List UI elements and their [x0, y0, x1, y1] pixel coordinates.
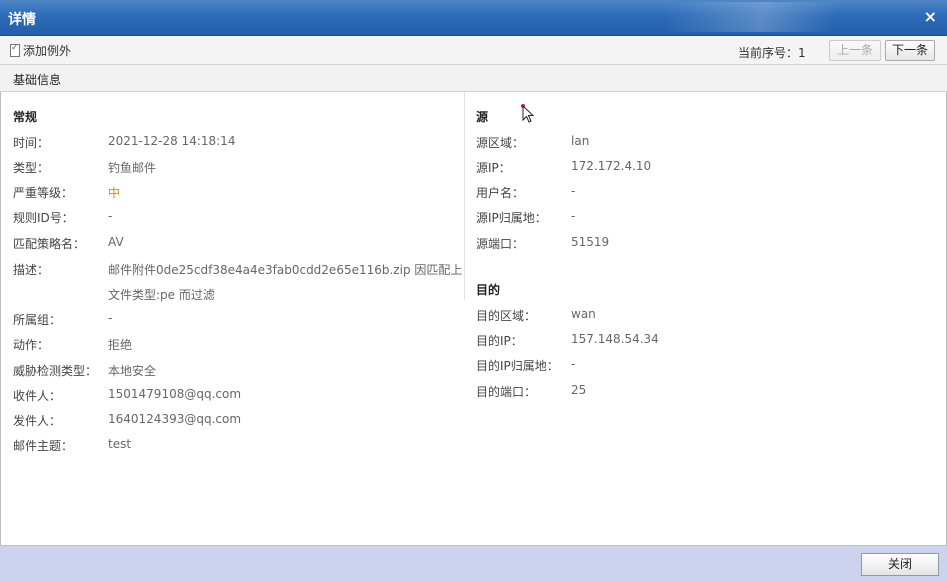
field-label: 目的端口： [476, 385, 537, 399]
field-label: 源IP归属地： [476, 211, 547, 225]
field-label: 目的IP： [476, 334, 523, 348]
field-label: 源IP： [476, 161, 511, 175]
field-label: 目的区域： [476, 309, 537, 323]
field-value: wan [571, 307, 596, 321]
dialog-footer: 关闭 [0, 545, 947, 581]
toolbar: 添加例外 当前序号：1 上一条 下一条 [0, 36, 947, 65]
field-label: 动作： [13, 338, 50, 352]
field-label: 用户名： [476, 186, 525, 200]
titlebar-decoration [667, 2, 907, 32]
window-title: 详情 [8, 12, 36, 28]
field-label: 源端口： [476, 237, 525, 251]
field-value: - [108, 209, 113, 223]
column-divider [464, 90, 465, 300]
field-label: 收件人： [13, 389, 62, 403]
field-value: 1640124393@qq.com [108, 412, 242, 426]
field-value: - [571, 357, 576, 371]
field-label: 发件人： [13, 414, 62, 428]
field-label: 所属组： [13, 313, 62, 327]
field-label: 规则ID号： [13, 211, 74, 225]
description-value-line1: 邮件附件0de25cdf38e4a4e3fab0cdd2e65e116b.zip… [108, 263, 463, 277]
field-label: 时间： [13, 136, 50, 150]
field-value: - [571, 209, 576, 223]
tab-bar: 基础信息 [0, 65, 947, 92]
add-exception-button[interactable]: 添加例外 [10, 42, 71, 59]
field-value: lan [571, 134, 590, 148]
tab-basic-info[interactable]: 基础信息 [13, 71, 61, 88]
field-value: test [108, 437, 132, 451]
description-value-line2: 文件类型:pe 而过滤 [108, 288, 215, 302]
field-label: 描述： [13, 263, 50, 277]
field-label: 类型： [13, 161, 50, 175]
field-value: 本地安全 [108, 364, 157, 378]
field-value: 钓鱼邮件 [108, 161, 157, 175]
field-value: 51519 [571, 235, 610, 249]
field-value: 拒绝 [108, 338, 133, 352]
field-value: - [571, 184, 576, 198]
field-label: 匹配策略名： [13, 237, 86, 251]
mouse-pointer-icon [521, 104, 535, 123]
field-label: 严重等级： [13, 186, 74, 200]
field-value: AV [108, 235, 124, 249]
field-value: 25 [571, 383, 587, 397]
field-value: 157.148.54.34 [571, 332, 659, 346]
general-section-title: 常规 [13, 110, 38, 124]
severity-value: 中 [108, 186, 121, 200]
field-label: 威胁检测类型： [13, 364, 98, 378]
field-value: 172.172.4.10 [571, 159, 652, 173]
close-button[interactable]: 关闭 [861, 553, 939, 576]
field-label: 源区域： [476, 136, 525, 150]
prev-button[interactable]: 上一条 [829, 40, 881, 61]
source-section-title: 源 [476, 110, 489, 124]
close-icon[interactable]: × [924, 7, 937, 26]
current-seq-label: 当前序号：1 [738, 46, 806, 60]
document-check-icon [10, 43, 20, 57]
field-label: 目的IP归属地： [476, 359, 559, 373]
field-value: 1501479108@qq.com [108, 387, 242, 401]
destination-section-title: 目的 [476, 283, 501, 297]
field-label: 邮件主题： [13, 439, 74, 453]
next-button[interactable]: 下一条 [885, 40, 935, 61]
detail-content: 常规 时间： 2021-12-28 14:18:14 类型： 钓鱼邮件 严重等级… [0, 92, 947, 545]
window-titlebar: 详情 × [0, 0, 947, 36]
field-value: - [108, 311, 113, 325]
field-value: 2021-12-28 14:18:14 [108, 134, 236, 148]
add-exception-label: 添加例外 [23, 44, 72, 58]
